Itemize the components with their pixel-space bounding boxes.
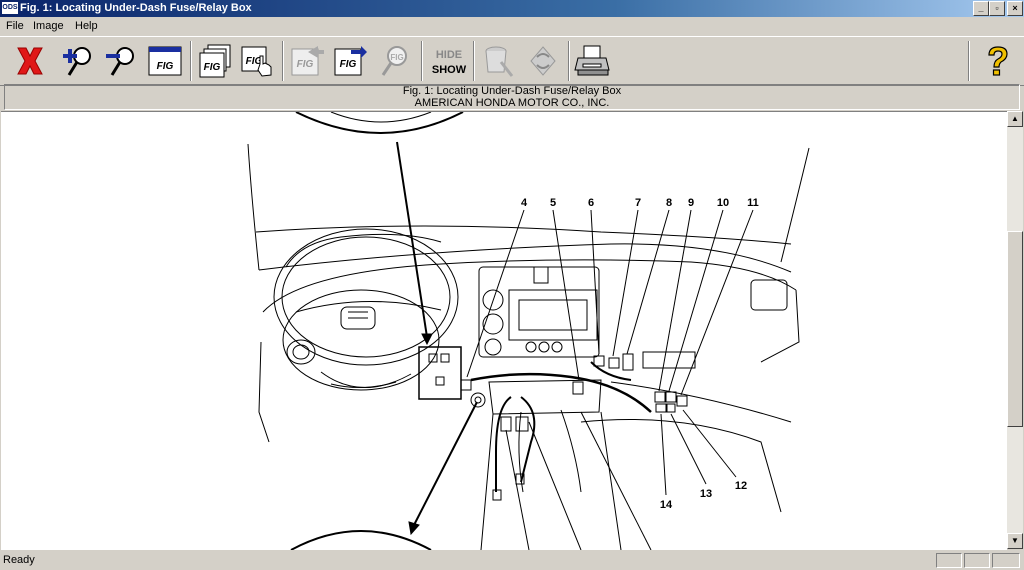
callout-5: 5	[550, 197, 556, 209]
hide-show-button[interactable]: HIDE SHOW	[428, 42, 470, 80]
fuse-relay-box	[418, 346, 462, 400]
red-x-icon	[17, 47, 43, 75]
fig-window-icon: FIG	[148, 46, 182, 76]
svg-text:FIG: FIG	[390, 53, 403, 62]
top-detail-circle	[295, 112, 464, 134]
callout-12: 12	[735, 480, 747, 492]
status-panel	[936, 553, 962, 568]
callout-10: 10	[717, 197, 729, 209]
dashboard-diagram: 4 5 6 7 8 9 10 11 12 13 14	[247, 112, 810, 550]
scroll-down-button[interactable]: ▼	[1007, 533, 1023, 549]
minimize-button[interactable]: _	[973, 1, 989, 16]
title-bar: ODS Fig. 1: Locating Under-Dash Fuse/Rel…	[0, 0, 1024, 17]
callout-4: 4	[521, 197, 528, 209]
previous-figure-button[interactable]: FIG	[288, 42, 326, 80]
figure-select-button[interactable]: FIG	[238, 42, 276, 80]
close-window-button[interactable]: ×	[1007, 1, 1023, 16]
svg-text:FIG: FIG	[204, 62, 221, 73]
svg-text:FIG: FIG	[157, 61, 174, 72]
callout-13: 13	[700, 488, 712, 500]
toolbar: FIG FIG FIG FIG FIG FIG HIDE SHOW	[0, 36, 1024, 86]
zoom-in-icon	[63, 47, 91, 76]
help-button[interactable]	[978, 42, 1016, 80]
svg-text:HIDE: HIDE	[436, 49, 462, 61]
erase-button[interactable]	[479, 42, 517, 80]
scroll-thumb[interactable]	[1007, 231, 1023, 427]
status-panel	[964, 553, 990, 568]
figure-viewport[interactable]: 4 5 6 7 8 9 10 11 12 13 14	[1, 111, 1007, 550]
eraser-icon	[485, 46, 514, 77]
menu-bar: File Image Help	[0, 17, 1024, 36]
callout-8: 8	[666, 197, 672, 209]
caption-title: Fig. 1: Locating Under-Dash Fuse/Relay B…	[402, 85, 622, 97]
fit-window-button[interactable]: FIG	[146, 42, 184, 80]
zoom-out-button[interactable]	[103, 42, 141, 80]
print-button[interactable]	[574, 42, 612, 80]
toolbar-separator	[968, 41, 970, 81]
rotate-icon	[530, 46, 556, 76]
vertical-scrollbar[interactable]: ▲ ▼	[1007, 111, 1023, 549]
svg-text:FIG: FIG	[340, 59, 357, 70]
toolbar-separator	[282, 41, 284, 81]
svg-text:SHOW: SHOW	[432, 64, 467, 76]
figure-list-button[interactable]: FIG	[196, 42, 234, 80]
app-icon: ODS	[2, 2, 18, 14]
rotate-button[interactable]	[524, 42, 562, 80]
toolbar-separator	[421, 41, 423, 81]
fig-hand-icon: FIG	[241, 46, 272, 77]
bottom-detail-circle	[290, 530, 432, 550]
menu-file[interactable]: File	[6, 20, 24, 32]
next-figure-button[interactable]: FIG	[331, 42, 369, 80]
figure-zoom-button[interactable]: FIG	[375, 42, 413, 80]
status-bar: Ready	[0, 551, 1024, 570]
scroll-up-button[interactable]: ▲	[1007, 111, 1023, 127]
callout-6: 6	[588, 197, 594, 209]
center-stack	[478, 266, 600, 358]
question-icon	[988, 46, 1008, 76]
svg-text:FIG: FIG	[297, 59, 314, 70]
fig-prev-icon: FIG	[291, 46, 324, 76]
window-title: Fig. 1: Locating Under-Dash Fuse/Relay B…	[20, 2, 252, 14]
zoom-in-button[interactable]	[60, 42, 98, 80]
callout-14: 14	[660, 499, 673, 511]
status-panel	[992, 553, 1020, 568]
fig-magnifier-icon: FIG	[381, 46, 407, 76]
toolbar-separator	[473, 41, 475, 81]
callout-7: 7	[635, 197, 641, 209]
zoom-out-icon	[106, 47, 134, 76]
hide-show-icon: HIDE SHOW	[432, 49, 467, 76]
close-figure-button[interactable]	[11, 42, 49, 80]
fig-next-icon: FIG	[334, 46, 367, 76]
callout-11: 11	[747, 197, 759, 209]
menu-image[interactable]: Image	[33, 20, 64, 32]
toolbar-separator	[568, 41, 570, 81]
caption-source: AMERICAN HONDA MOTOR CO., INC.	[414, 97, 610, 109]
toolbar-separator	[190, 41, 192, 81]
fig-stack-icon: FIG	[199, 44, 231, 78]
callout-9: 9	[688, 197, 694, 209]
menu-help[interactable]: Help	[75, 20, 98, 32]
printer-icon	[574, 45, 610, 76]
maximize-button[interactable]: ▫	[989, 1, 1005, 16]
figure-caption: Fig. 1: Locating Under-Dash Fuse/Relay B…	[4, 84, 1020, 110]
status-text: Ready	[3, 554, 35, 566]
